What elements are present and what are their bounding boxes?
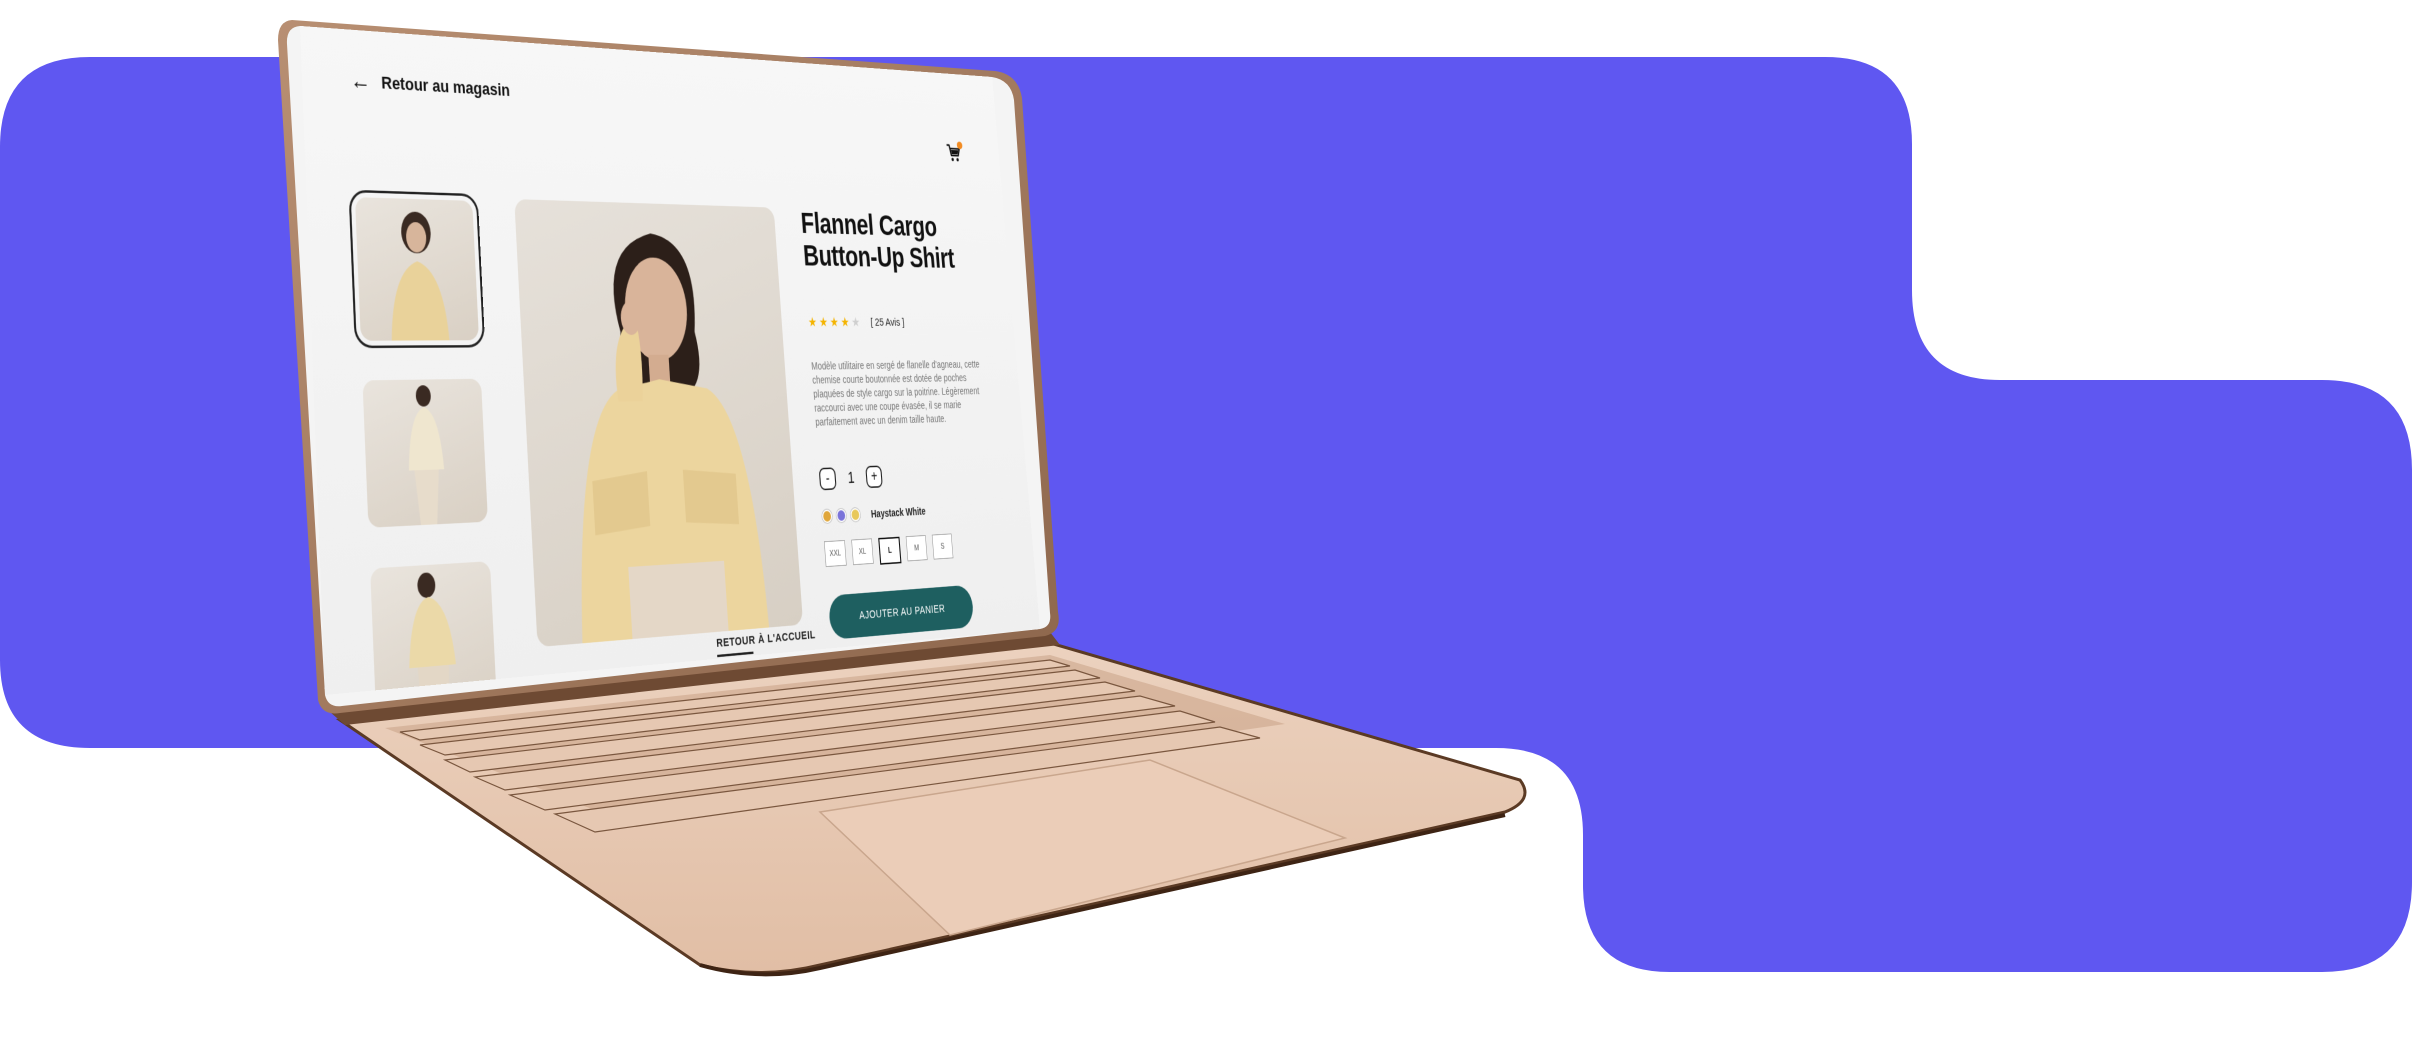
size-option[interactable]: S — [931, 533, 954, 560]
star-icon: ★ — [818, 314, 829, 330]
color-selector: Haystack White — [821, 499, 1020, 524]
back-to-home-link[interactable]: RETOUR À L'ACCUEIL — [716, 628, 816, 650]
color-swatch[interactable] — [850, 507, 861, 522]
thumbnail-list — [348, 189, 508, 695]
star-icon: ★ — [829, 314, 840, 330]
quantity-decrease-button[interactable]: - — [818, 467, 837, 491]
cart-badge — [956, 141, 963, 150]
size-option[interactable]: XXL — [823, 540, 847, 567]
color-swatch[interactable] — [821, 509, 833, 524]
arrow-left-icon: ← — [349, 67, 372, 95]
quantity-increase-button[interactable]: + — [865, 465, 884, 489]
size-option[interactable]: XL — [851, 538, 874, 566]
reviews-count[interactable]: [ 25 Avis ] — [870, 316, 905, 328]
product-title: Flannel Cargo Button-Up Shirt — [799, 207, 956, 275]
back-to-store-link[interactable]: ← Retour au magasin — [349, 67, 511, 102]
main-product-photo — [514, 199, 804, 648]
back-to-store-label: Retour au magasin — [380, 72, 511, 100]
rating: ★ ★ ★ ★ ★ [ 25 Avis ] — [808, 315, 1005, 330]
star-empty-icon: ★ — [850, 314, 861, 330]
laptop-screen: ← Retour au magasin Flannel Cargo Button… — [300, 26, 1041, 695]
quantity-stepper: - 1 + — [818, 460, 1018, 491]
size-option[interactable]: M — [905, 535, 928, 562]
color-swatch[interactable] — [835, 508, 847, 523]
product-details: Flannel Cargo Button-Up Shirt ★ ★ ★ ★ ★ … — [800, 208, 1030, 640]
thumbnail-1[interactable] — [348, 189, 486, 349]
quantity-value: 1 — [847, 468, 856, 487]
star-icon: ★ — [840, 314, 850, 330]
color-name: Haystack White — [870, 505, 926, 520]
size-option-selected[interactable]: L — [878, 536, 902, 565]
size-selector: XXL XL L M S — [823, 529, 1024, 568]
add-to-cart-button[interactable]: AJOUTER AU PANIER — [827, 584, 975, 640]
star-icon: ★ — [807, 314, 818, 330]
product-description: Modèle utilitaire en sergé de flanelle d… — [810, 358, 980, 428]
thumbnail-2[interactable] — [362, 378, 488, 528]
thumbnail-3[interactable] — [370, 561, 498, 695]
shopping-cart-icon[interactable] — [945, 141, 963, 163]
